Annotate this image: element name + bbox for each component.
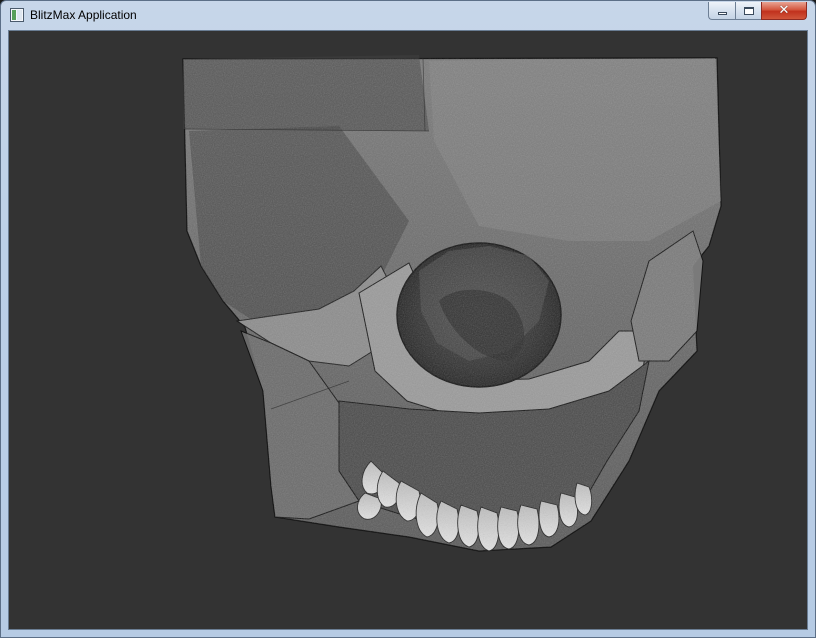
app-icon[interactable] [10,8,24,22]
window-title: BlitzMax Application [30,8,137,22]
close-icon: ✕ [778,3,790,18]
close-button[interactable]: ✕ [761,2,807,20]
maximize-icon [743,6,754,15]
render-canvas[interactable] [8,30,808,630]
minimize-button[interactable] [708,2,735,20]
minimize-icon [717,11,727,15]
caption-buttons: ✕ [708,2,807,21]
application-window: BlitzMax Application ✕ [0,0,816,638]
title-bar[interactable]: BlitzMax Application ✕ [1,1,815,30]
maximize-button[interactable] [735,2,761,20]
skull-volume-render [182,55,722,552]
surface-texture [183,58,721,551]
